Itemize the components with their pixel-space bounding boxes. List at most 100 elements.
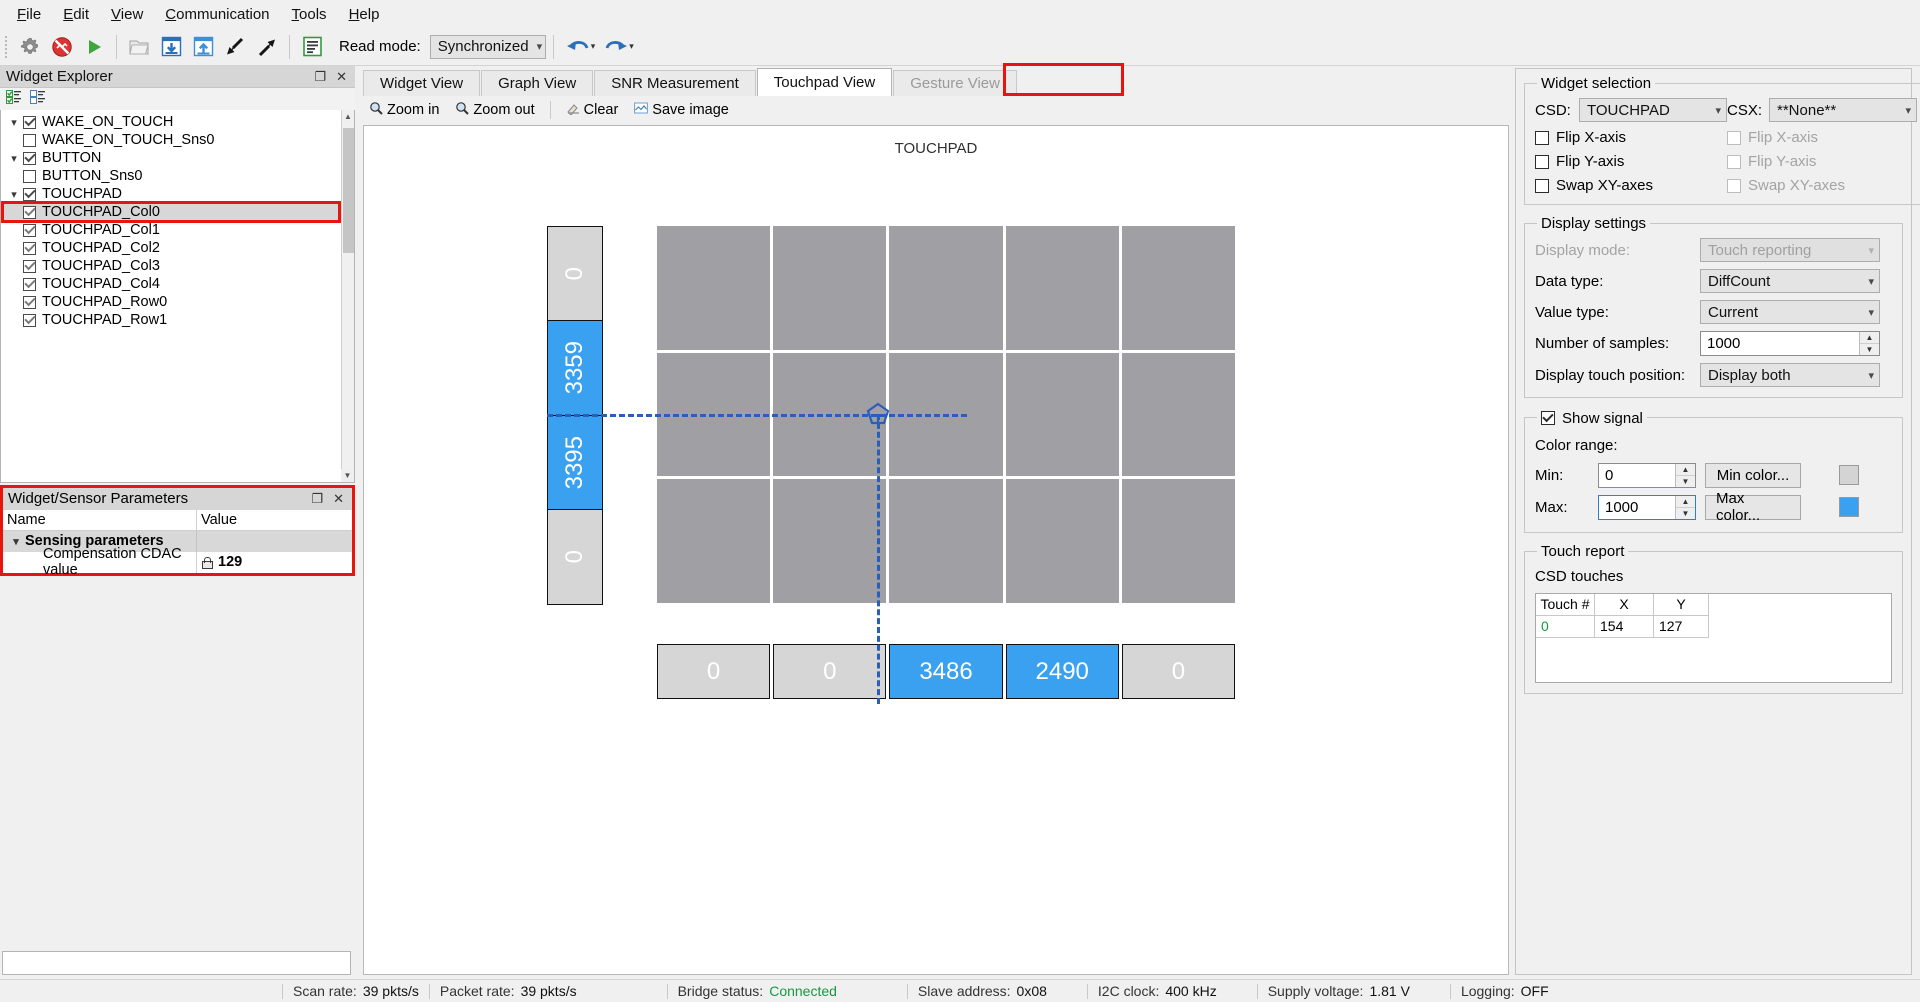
redo-icon[interactable] xyxy=(599,33,633,61)
widget-tree[interactable]: ▾ WAKE_ON_TOUCH WAKE_ON_TOUCH_Sns0 ▾ BUTTON B… xyxy=(0,110,355,483)
table-row[interactable]: 0 154 127 xyxy=(1536,615,1891,638)
tree-item-checkbox[interactable] xyxy=(23,115,36,129)
csd-value: TOUCHPAD xyxy=(1587,101,1670,119)
tab-graph-view[interactable]: Graph View xyxy=(481,70,594,96)
save-image-button[interactable]: Save image xyxy=(628,99,735,121)
touchpad-view-toolbar: Zoom in Zoom out Clear Save image xyxy=(355,96,1513,123)
tab-widget-view[interactable]: Widget View xyxy=(363,70,481,96)
check-all-icon[interactable] xyxy=(6,90,22,108)
tree-item-button_sns0[interactable]: BUTTON_Sns0 xyxy=(1,167,354,185)
tree-item-checkbox[interactable] xyxy=(23,313,36,327)
close-icon[interactable]: ✕ xyxy=(336,69,347,85)
start-icon[interactable] xyxy=(79,32,109,62)
max-color-button[interactable]: Max color... xyxy=(1705,490,1801,524)
menu-item-view[interactable]: View xyxy=(100,3,154,26)
menu-item-communication[interactable]: Communication xyxy=(154,3,280,26)
redo-dropdown-icon[interactable]: ▾ xyxy=(629,41,634,52)
spinner-down-icon[interactable]: ▼ xyxy=(1860,344,1879,355)
toolbar-grip[interactable] xyxy=(4,33,10,60)
table-row[interactable]: Compensation CDAC value 129 xyxy=(3,546,352,578)
column-sensor-0: 0 xyxy=(657,644,771,699)
tree-item-wake_on_touch[interactable]: ▾ WAKE_ON_TOUCH xyxy=(1,113,354,131)
tree-item-checkbox[interactable] xyxy=(23,241,36,255)
tree-item-touchpad_col4[interactable]: TOUCHPAD_Col4 xyxy=(1,275,354,293)
tree-item-touchpad_row1[interactable]: TOUCHPAD_Row1 xyxy=(1,311,354,329)
tree-item-button[interactable]: ▾ BUTTON xyxy=(1,149,354,167)
zoom-in-button[interactable]: Zoom in xyxy=(363,99,445,121)
spinner-down-icon[interactable]: ▼ xyxy=(1676,476,1695,487)
csd-swap-xy-checkbox[interactable]: Swap XY-axes xyxy=(1535,177,1727,194)
value-type-combo[interactable]: Current ▾ xyxy=(1700,300,1880,324)
tree-item-touchpad_col2[interactable]: TOUCHPAD_Col2 xyxy=(1,239,354,257)
tree-item-checkbox[interactable] xyxy=(23,223,36,237)
min-value-input[interactable]: 0 ▲ ▼ xyxy=(1598,462,1696,488)
upload-icon[interactable] xyxy=(188,32,218,62)
chevron-down-icon[interactable]: ▾ xyxy=(5,188,23,201)
tree-item-wake_on_touch_sns0[interactable]: WAKE_ON_TOUCH_Sns0 xyxy=(1,131,354,149)
undo-dropdown-icon[interactable]: ▾ xyxy=(591,41,596,52)
display-touch-position-combo[interactable]: Display both ▾ xyxy=(1700,363,1880,387)
gear-icon[interactable] xyxy=(15,32,45,62)
tree-item-checkbox[interactable] xyxy=(23,277,36,291)
data-type-combo[interactable]: DiffCount ▾ xyxy=(1700,269,1880,293)
spinner-down-icon[interactable]: ▼ xyxy=(1676,508,1695,519)
disconnect-icon[interactable] xyxy=(47,32,77,62)
menu-item-help[interactable]: Help xyxy=(338,3,391,26)
tree-item-checkbox[interactable] xyxy=(23,133,36,147)
csx-combo[interactable]: **None** ▾ xyxy=(1769,98,1917,122)
tree-item-checkbox[interactable] xyxy=(23,169,36,183)
parameters-float-icon[interactable]: ❐ xyxy=(311,491,323,507)
menu-item-tools[interactable]: Tools xyxy=(281,3,338,26)
spinner-up-icon[interactable]: ▲ xyxy=(1676,464,1695,476)
clear-button[interactable]: Clear xyxy=(560,99,625,121)
csd-flip-y-checkbox[interactable]: Flip Y-axis xyxy=(1535,153,1727,170)
display-settings-group: Display settings Display mode: Touch rep… xyxy=(1524,215,1903,398)
undo-icon[interactable] xyxy=(561,33,595,61)
parameters-close-icon[interactable]: ✕ xyxy=(333,491,344,507)
touchpad-canvas[interactable]: TOUCHPAD 0 3359 3395 0 0 0 3486 2490 0 xyxy=(363,125,1509,975)
min-color-button[interactable]: Min color... xyxy=(1705,462,1801,488)
tab-touchpad-view[interactable]: Touchpad View xyxy=(756,68,893,96)
spinner-up-icon[interactable]: ▲ xyxy=(1676,496,1695,508)
read-mode-combo[interactable]: Synchronized ▾ xyxy=(429,34,546,59)
csd-combo[interactable]: TOUCHPAD ▾ xyxy=(1579,98,1727,122)
float-icon[interactable]: ❐ xyxy=(314,69,326,85)
tree-item-checkbox[interactable] xyxy=(23,295,36,309)
tree-item-checkbox[interactable] xyxy=(23,259,36,273)
max-value-input[interactable]: 1000 ▲ ▼ xyxy=(1598,494,1696,520)
csd-flip-x-checkbox[interactable]: Flip X-axis xyxy=(1535,129,1727,146)
tree-item-touchpad_col3[interactable]: TOUCHPAD_Col3 xyxy=(1,257,354,275)
tree-item-checkbox[interactable] xyxy=(23,205,36,219)
scroll-thumb[interactable] xyxy=(343,128,354,253)
scroll-up-icon[interactable]: ▲ xyxy=(342,110,354,123)
uncheck-all-icon[interactable] xyxy=(30,90,46,108)
scroll-down-icon[interactable]: ▼ xyxy=(341,468,354,482)
import-icon[interactable] xyxy=(220,32,250,62)
status-packet-rate: Packet rate: 39 pkts/s xyxy=(430,980,587,1002)
tree-item-checkbox[interactable] xyxy=(23,151,36,165)
spinner-up-icon[interactable]: ▲ xyxy=(1860,332,1879,344)
min-label: Min: xyxy=(1535,466,1564,484)
chevron-down-icon[interactable]: ▾ xyxy=(5,152,23,165)
log-icon[interactable] xyxy=(297,32,327,62)
csd-touches-table[interactable]: Touch # X Y 0 154 127 xyxy=(1535,592,1892,683)
touchpad-view-highlight xyxy=(1003,63,1124,96)
chevron-down-icon[interactable]: ▾ xyxy=(7,535,25,548)
open-folder-icon[interactable] xyxy=(124,32,154,62)
menu-item-file[interactable]: File xyxy=(6,3,52,26)
tab-snr-measurement[interactable]: SNR Measurement xyxy=(594,70,756,96)
number-of-samples-input[interactable]: 1000 ▲ ▼ xyxy=(1700,331,1880,356)
tree-item-touchpad[interactable]: ▾ TOUCHPAD xyxy=(1,185,354,203)
menu-item-edit[interactable]: Edit xyxy=(52,3,100,26)
tree-item-touchpad_row0[interactable]: TOUCHPAD_Row0 xyxy=(1,293,354,311)
chevron-down-icon[interactable]: ▾ xyxy=(5,116,23,129)
show-signal-checkbox[interactable] xyxy=(1541,411,1555,425)
export-icon[interactable] xyxy=(252,32,282,62)
download-icon[interactable] xyxy=(156,32,186,62)
tree-item-touchpad_col1[interactable]: TOUCHPAD_Col1 xyxy=(1,221,354,239)
tree-item-touchpad_col0[interactable]: TOUCHPAD_Col0 xyxy=(1,203,354,221)
tree-scrollbar[interactable]: ▲ xyxy=(341,110,354,482)
zoom-out-button[interactable]: Zoom out xyxy=(449,99,540,121)
row-sensor-3: 0 xyxy=(547,508,603,605)
tree-item-checkbox[interactable] xyxy=(23,187,36,201)
